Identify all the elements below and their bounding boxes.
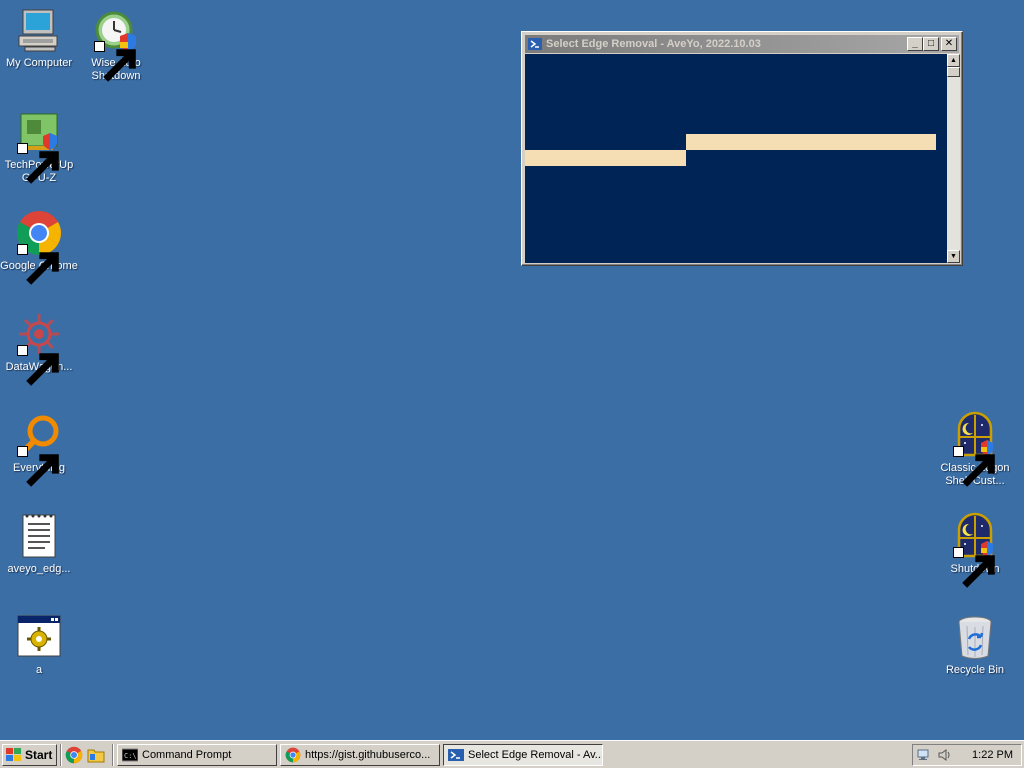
start-label: Start: [25, 747, 53, 762]
task-label: https://gist.githubuserco...: [305, 748, 431, 761]
chrome-icon: [285, 747, 301, 763]
start-button[interactable]: Start: [2, 743, 57, 766]
moon-window-icon: [951, 512, 999, 588]
windows-logo-icon: [6, 747, 22, 762]
shortcut-arrow-icon: [17, 143, 59, 184]
console-highlight-line-upper: [686, 134, 936, 150]
desktop-icon-recycle-bin[interactable]: Recycle Bin: [936, 613, 1014, 677]
desktop-icon-classic-logon-shell[interactable]: Classic Logon Shell Cust...: [936, 411, 1014, 488]
scroll-thumb[interactable]: [947, 67, 960, 77]
desktop-icon-label: Recycle Bin: [945, 664, 1005, 676]
shortcut-arrow-icon: [17, 345, 59, 386]
chrome-icon: [15, 209, 63, 285]
desktop-icon-shutdown[interactable]: Shutdown: [936, 512, 1014, 588]
network-icon[interactable]: [917, 747, 933, 763]
svg-text:C:\: C:\: [124, 752, 137, 760]
script-window-icon: [15, 613, 63, 661]
taskbar: Start C:\ Command Prompt https://gist.gi…: [0, 740, 1024, 768]
task-label: Select Edge Removal - Av...: [468, 748, 603, 761]
taskbar-separator: [112, 743, 114, 766]
desktop-icon-wise-auto-shutdown[interactable]: Wise Auto Shutdown: [77, 6, 155, 83]
window-title: Select Edge Removal - AveYo, 2022.10.03: [546, 38, 761, 50]
clock[interactable]: 1:22 PM: [972, 749, 1013, 761]
desktop-icon-datawagon[interactable]: DataWagon...: [0, 310, 78, 386]
powershell-icon: [528, 37, 542, 51]
shutdown-clock-icon: [92, 6, 140, 82]
volume-icon[interactable]: [937, 747, 953, 763]
desktop-icon-gpu-z[interactable]: TechPowerUp GPU-Z: [0, 108, 78, 185]
shortcut-arrow-icon: [953, 547, 995, 588]
scroll-down-button[interactable]: ▼: [947, 250, 960, 263]
desktop-icon-my-computer[interactable]: My Computer: [0, 6, 78, 70]
desktop-icon-everything[interactable]: Everything: [0, 411, 78, 487]
gear-burst-icon: [15, 310, 63, 386]
magnifier-icon: [15, 411, 63, 487]
recycle-bin-icon: [951, 613, 999, 661]
desktop-icon-google-chrome[interactable]: Google Chrome: [0, 209, 78, 285]
shortcut-arrow-icon: [17, 244, 59, 285]
console-window[interactable]: Select Edge Removal - AveYo, 2022.10.03 …: [521, 31, 963, 266]
desktop-icon-aveyo-edge[interactable]: aveyo_edg...: [0, 512, 78, 576]
minimize-button[interactable]: _: [907, 37, 923, 51]
scroll-up-button[interactable]: ▲: [947, 54, 960, 67]
console-output[interactable]: [525, 54, 947, 263]
task-label: Command Prompt: [142, 748, 232, 761]
shortcut-arrow-icon: [17, 446, 59, 487]
window-titlebar[interactable]: Select Edge Removal - AveYo, 2022.10.03 …: [525, 35, 959, 53]
powershell-icon: [448, 747, 464, 763]
desktop-icon-label: aveyo_edg...: [7, 563, 71, 575]
gpu-card-icon: [15, 108, 63, 184]
maximize-button[interactable]: □: [923, 37, 939, 51]
taskbar-separator: [60, 743, 62, 766]
desktop-icon-label: My Computer: [5, 57, 73, 69]
moon-window-icon: [951, 411, 999, 487]
quicklaunch-chrome-icon[interactable]: [65, 746, 83, 764]
task-button-chrome[interactable]: https://gist.githubuserco...: [280, 743, 440, 766]
desktop-icon-label: a: [35, 664, 43, 676]
shortcut-arrow-icon: [94, 41, 136, 82]
vertical-scrollbar[interactable]: ▲ ▼: [947, 54, 960, 263]
system-tray: 1:22 PM: [912, 744, 1022, 766]
computer-icon: [15, 6, 63, 54]
close-button[interactable]: ✕: [941, 37, 957, 51]
text-document-icon: [15, 512, 63, 560]
quicklaunch-explorer-icon[interactable]: [87, 746, 105, 764]
desktop-icon-a[interactable]: a: [0, 613, 78, 677]
console-highlight-line-lower: [525, 150, 686, 166]
task-button-select-edge-removal[interactable]: Select Edge Removal - Av...: [443, 743, 603, 766]
cmd-icon: C:\: [121, 747, 139, 763]
shortcut-arrow-icon: [953, 446, 995, 487]
task-button-command-prompt[interactable]: C:\ Command Prompt: [117, 743, 277, 766]
